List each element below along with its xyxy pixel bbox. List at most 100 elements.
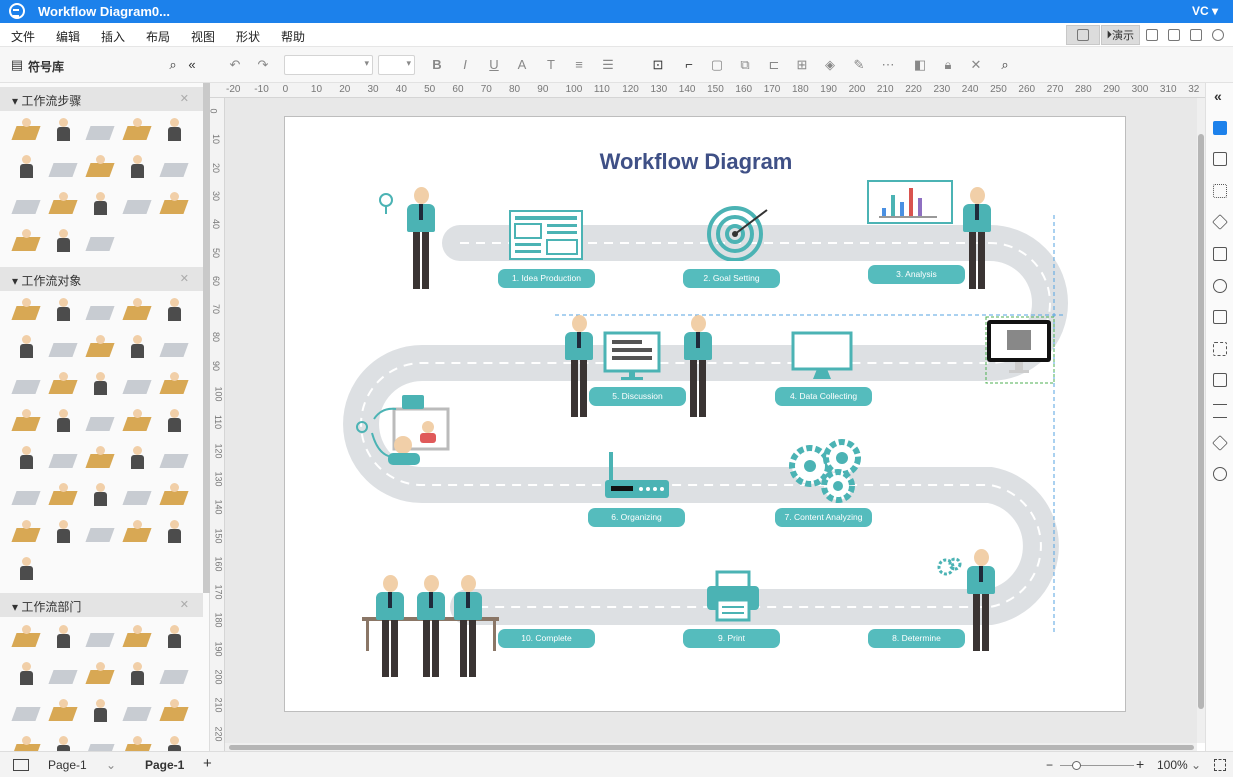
- user-menu[interactable]: VC ▾: [1192, 4, 1218, 18]
- find-icon[interactable]: ⌕: [997, 57, 1013, 73]
- line-spacing-icon[interactable]: ☰: [600, 57, 616, 73]
- section-header-workflow-departments[interactable]: ▾ 工作流部门 ✕: [0, 593, 203, 617]
- library-symbol[interactable]: [48, 153, 78, 181]
- library-symbol[interactable]: [122, 296, 152, 324]
- library-symbol[interactable]: [11, 296, 41, 324]
- zoom-in-icon[interactable]: +: [1136, 756, 1144, 772]
- menu-layout[interactable]: 布局: [146, 28, 170, 45]
- library-symbol[interactable]: [48, 444, 78, 472]
- library-symbol[interactable]: [48, 734, 78, 751]
- library-symbol[interactable]: [11, 518, 41, 546]
- fill-icon[interactable]: ◈: [822, 57, 838, 73]
- printer-icon[interactable]: [705, 570, 761, 622]
- layers-icon[interactable]: [1212, 214, 1228, 230]
- size-icon[interactable]: ⊞: [794, 57, 810, 73]
- person-figure[interactable]: [966, 549, 996, 651]
- fill-style-icon[interactable]: [1213, 121, 1227, 135]
- font-color-icon[interactable]: A: [514, 57, 530, 73]
- collapse-left-icon[interactable]: «: [184, 57, 200, 73]
- library-symbol[interactable]: [159, 660, 189, 688]
- library-symbol[interactable]: [11, 481, 41, 509]
- person-figure[interactable]: [406, 187, 436, 289]
- step-label[interactable]: 8. Determine: [868, 629, 965, 648]
- undo-icon[interactable]: ↶: [227, 57, 243, 73]
- library-symbol[interactable]: [85, 734, 115, 751]
- library-symbol[interactable]: [85, 153, 115, 181]
- text-style-icon[interactable]: T: [543, 57, 559, 73]
- search-icon[interactable]: ⌕: [165, 57, 181, 73]
- menu-help[interactable]: 帮助: [281, 28, 305, 45]
- page-selector[interactable]: Page-1: [48, 758, 87, 772]
- library-symbol[interactable]: [122, 444, 152, 472]
- person-figure[interactable]: [375, 575, 405, 677]
- add-page-icon[interactable]: +: [203, 755, 212, 772]
- library-symbol[interactable]: [48, 333, 78, 361]
- zoom-out-icon[interactable]: −: [1046, 758, 1053, 772]
- library-symbol[interactable]: [85, 518, 115, 546]
- group-icon[interactable]: ⧉: [737, 57, 753, 73]
- library-symbol[interactable]: [48, 697, 78, 725]
- section-header-workflow-objects[interactable]: ▾ 工作流对象 ✕: [0, 267, 203, 291]
- library-symbol[interactable]: [11, 227, 41, 255]
- font-size-select[interactable]: [378, 55, 415, 75]
- library-symbol[interactable]: [159, 296, 189, 324]
- library-symbol[interactable]: [11, 370, 41, 398]
- library-symbol[interactable]: [11, 660, 41, 688]
- gears-people-icon[interactable]: [788, 438, 862, 504]
- library-symbol[interactable]: [85, 116, 115, 144]
- library-symbol[interactable]: [48, 116, 78, 144]
- person-figure[interactable]: [416, 575, 446, 677]
- position-icon[interactable]: ▢: [709, 57, 725, 73]
- library-symbol[interactable]: [159, 153, 189, 181]
- library-symbol[interactable]: [11, 697, 41, 725]
- library-symbol[interactable]: [122, 734, 152, 751]
- library-symbol[interactable]: [11, 555, 41, 583]
- org-chart-icon[interactable]: [1213, 342, 1227, 356]
- close-icon[interactable]: ✕: [180, 92, 189, 105]
- step-label[interactable]: 4. Data Collecting: [775, 387, 872, 406]
- idea-icon[interactable]: [375, 191, 397, 215]
- lock-icon[interactable]: 🔒︎: [940, 57, 956, 73]
- library-symbol[interactable]: [48, 296, 78, 324]
- section-header-workflow-steps[interactable]: ▾ 工作流步骤 ✕: [0, 87, 203, 111]
- library-symbol[interactable]: [122, 623, 152, 651]
- page-tab-active[interactable]: Page-1: [145, 758, 184, 772]
- share-icon[interactable]: [1212, 29, 1224, 41]
- menu-edit[interactable]: 编辑: [56, 28, 80, 45]
- app-logo-icon[interactable]: [9, 3, 25, 19]
- library-symbol[interactable]: [122, 518, 152, 546]
- selected-monitor-icon[interactable]: [985, 316, 1055, 384]
- menu-view[interactable]: 视图: [191, 28, 215, 45]
- connect-icon[interactable]: [1212, 435, 1228, 451]
- library-symbol[interactable]: [122, 333, 152, 361]
- library-symbol[interactable]: [122, 481, 152, 509]
- step-label[interactable]: 6. Organizing: [588, 508, 685, 527]
- library-symbol[interactable]: [159, 697, 189, 725]
- library-symbol[interactable]: [122, 370, 152, 398]
- library-symbol[interactable]: [48, 481, 78, 509]
- close-icon[interactable]: ✕: [180, 272, 189, 285]
- library-symbol[interactable]: [159, 190, 189, 218]
- library-symbol[interactable]: [159, 333, 189, 361]
- fullscreen-icon[interactable]: [1214, 759, 1226, 771]
- library-symbol[interactable]: [85, 444, 115, 472]
- library-symbol[interactable]: [85, 481, 115, 509]
- library-symbol[interactable]: [159, 444, 189, 472]
- library-symbol[interactable]: [159, 734, 189, 751]
- library-symbol[interactable]: [122, 407, 152, 435]
- save-icon[interactable]: [1146, 29, 1158, 41]
- library-symbol[interactable]: [85, 697, 115, 725]
- connector-icon[interactable]: ⌐: [681, 57, 697, 73]
- library-symbol[interactable]: [159, 116, 189, 144]
- library-symbol[interactable]: [11, 153, 41, 181]
- library-symbol[interactable]: [159, 481, 189, 509]
- page-setup-icon[interactable]: [1213, 152, 1227, 166]
- gear-icon[interactable]: [936, 555, 962, 581]
- library-symbol[interactable]: [85, 370, 115, 398]
- library-symbol[interactable]: [11, 116, 41, 144]
- diagram-page[interactable]: Workflow Diagram 1. Idea Production 2. G…: [284, 116, 1126, 712]
- library-symbol[interactable]: [11, 734, 41, 751]
- history-icon[interactable]: [1213, 467, 1227, 481]
- library-symbol[interactable]: [85, 623, 115, 651]
- library-symbol[interactable]: [11, 444, 41, 472]
